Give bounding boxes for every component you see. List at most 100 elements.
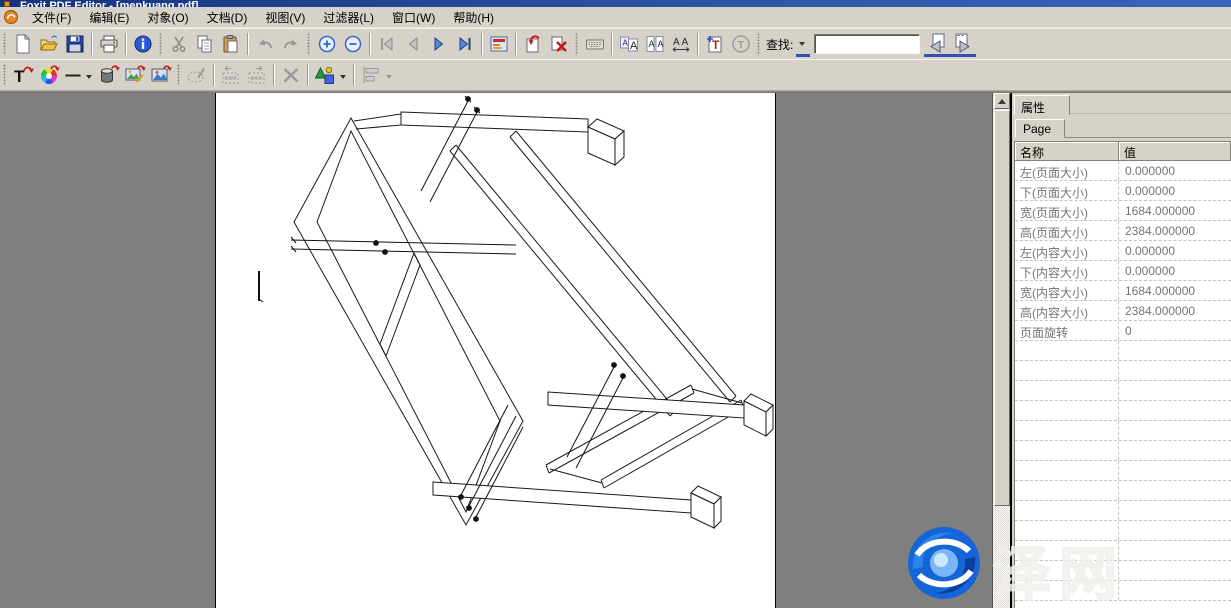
zoom-out-icon [343,34,363,54]
menu-view[interactable]: 视图(V) [256,7,314,28]
save-floppy-icon [65,34,85,54]
menu-help[interactable]: 帮助(H) [444,7,503,28]
properties-title-tab[interactable]: 属性 [1014,95,1070,115]
toolbar-grip[interactable] [3,33,6,55]
info-button[interactable] [130,31,156,57]
align-button[interactable] [358,62,384,88]
tab-page[interactable]: Page [1015,119,1065,138]
font-spacing-icon: AA [671,34,691,54]
delete-page-button[interactable] [546,31,572,57]
toolbar-grip[interactable] [3,64,6,86]
find-options-dropdown[interactable] [796,31,810,57]
text-state-button[interactable]: T [728,31,754,57]
property-row[interactable]: 页面旋转0 [1015,321,1231,341]
shapes-icon [314,64,336,86]
document-canvas[interactable] [0,93,992,608]
font-spacing-button[interactable]: AA [668,31,694,57]
property-row[interactable]: 左(内容大小)0.000000 [1015,241,1231,261]
divider [1065,137,1231,138]
menu-document[interactable]: 文档(D) [198,7,257,28]
last-page-button[interactable] [452,31,478,57]
cut-button[interactable] [166,31,192,57]
new-button[interactable] [10,31,36,57]
shapes-button[interactable] [312,62,338,88]
save-button[interactable] [62,31,88,57]
property-row-empty [1015,541,1231,561]
svg-text:A: A [658,39,664,49]
find-prev-button[interactable] [924,31,950,57]
line-tool-dropdown[interactable] [84,62,96,88]
panel-tabs: Page [1012,117,1231,138]
column-header-value[interactable]: 值 [1119,142,1231,161]
open-button[interactable] [36,31,62,57]
property-row-empty [1015,561,1231,581]
clip-edit-button[interactable] [184,62,210,88]
edit-image-button[interactable] [122,62,148,88]
scrollbar-thumb[interactable] [994,110,1010,506]
redo-arrow-icon [281,34,301,54]
font-style-button[interactable]: AA [616,31,642,57]
vertical-scrollbar[interactable] [992,93,1010,608]
copy-button[interactable] [192,31,218,57]
menu-bar: 文件(F) 编辑(E) 对象(O) 文档(D) 视图(V) 过滤器(L) 窗口(… [0,7,1231,28]
paste-button[interactable] [218,31,244,57]
menu-edit[interactable]: 编辑(E) [80,7,138,28]
undo-button[interactable] [252,31,278,57]
add-text-icon: T [705,34,725,54]
keyboard-button[interactable] [582,31,608,57]
next-page-icon [429,34,449,54]
color-wheel-icon [38,64,60,86]
property-row[interactable]: 下(页面大小)0.000000 [1015,181,1231,201]
pdf-page[interactable] [215,93,776,608]
first-page-button[interactable] [374,31,400,57]
next-page-button[interactable] [426,31,452,57]
toolbar-grip[interactable] [177,64,180,86]
gradient-button[interactable] [96,62,122,88]
property-row[interactable]: 宽(内容大小)1684.000000 [1015,281,1231,301]
keyboard-icon [585,34,605,54]
menu-file[interactable]: 文件(F) [23,7,80,28]
toolbar-grip[interactable] [757,33,760,55]
find-next-button[interactable] [950,31,976,57]
font-vertical-button[interactable]: AA [642,31,668,57]
page-form-icon [489,34,509,54]
edit-color-button[interactable] [36,62,62,88]
toolbar-grip[interactable] [575,33,578,55]
group-rotate-right-button[interactable] [244,62,270,88]
edit-text-icon: T [12,64,34,86]
property-row[interactable]: 下(内容大小)0.000000 [1015,261,1231,281]
property-row-empty [1015,381,1231,401]
scroll-up-button[interactable] [994,93,1010,109]
prev-page-button[interactable] [400,31,426,57]
zoom-out-button[interactable] [340,31,366,57]
insert-page-button[interactable] [520,31,546,57]
page-layout-button[interactable] [486,31,512,57]
add-text-button[interactable]: T [702,31,728,57]
shapes-dropdown[interactable] [338,62,350,88]
line-tool-button[interactable] [62,62,84,88]
column-header-name[interactable]: 名称 [1015,142,1119,161]
property-row[interactable]: 宽(页面大小)1684.000000 [1015,201,1231,221]
property-row[interactable]: 左(页面大小)0.000000 [1015,161,1231,181]
document-icon[interactable] [3,9,19,25]
insert-page-icon [523,34,543,54]
menu-filter[interactable]: 过滤器(L) [314,7,383,28]
find-input[interactable] [814,34,920,54]
zoom-in-button[interactable] [314,31,340,57]
menu-window[interactable]: 窗口(W) [383,7,444,28]
prev-page-icon [403,34,423,54]
print-button[interactable] [96,31,122,57]
toolbar-grip[interactable] [307,33,310,55]
property-row[interactable]: 高(内容大小)2384.000000 [1015,301,1231,321]
redo-button[interactable] [278,31,304,57]
properties-table: 名称 值 左(页面大小)0.000000 下(页面大小)0.000000 宽(页… [1014,141,1231,608]
property-row[interactable]: 高(页面大小)2384.000000 [1015,221,1231,241]
menu-object[interactable]: 对象(O) [138,7,197,28]
zoom-in-icon [317,34,337,54]
replace-image-button[interactable] [148,62,174,88]
group-rotate-left-button[interactable] [218,62,244,88]
edit-text-button[interactable]: T [10,62,36,88]
toolbar-grip[interactable] [159,33,162,55]
align-dropdown[interactable] [384,62,396,88]
delete-object-button[interactable] [278,62,304,88]
